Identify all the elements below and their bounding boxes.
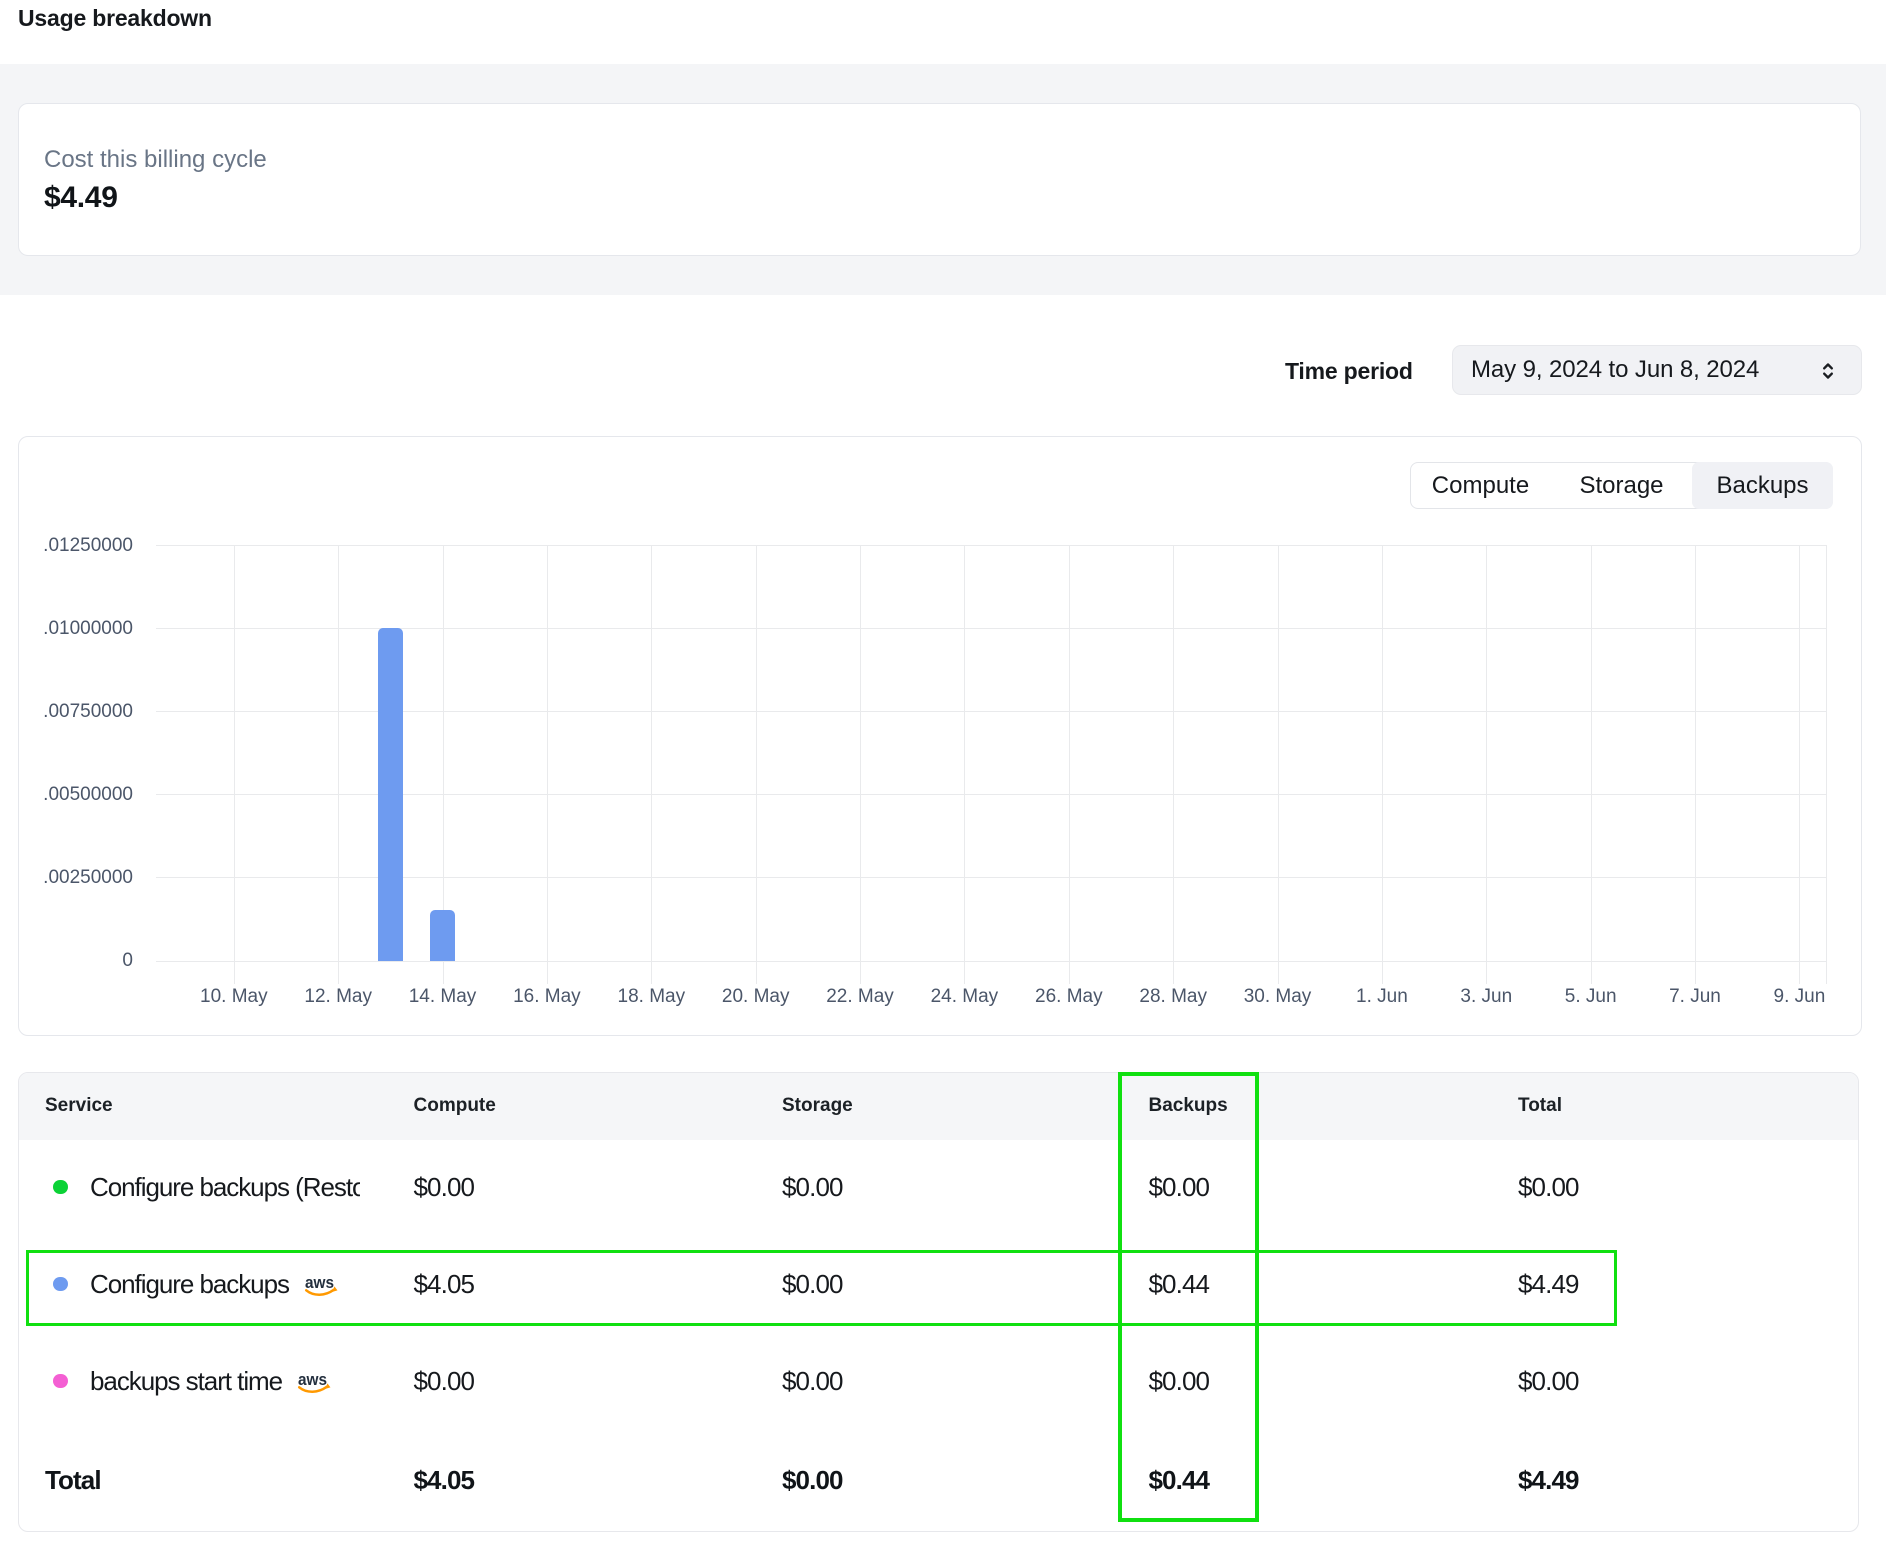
svg-text:aws: aws: [298, 1371, 327, 1389]
